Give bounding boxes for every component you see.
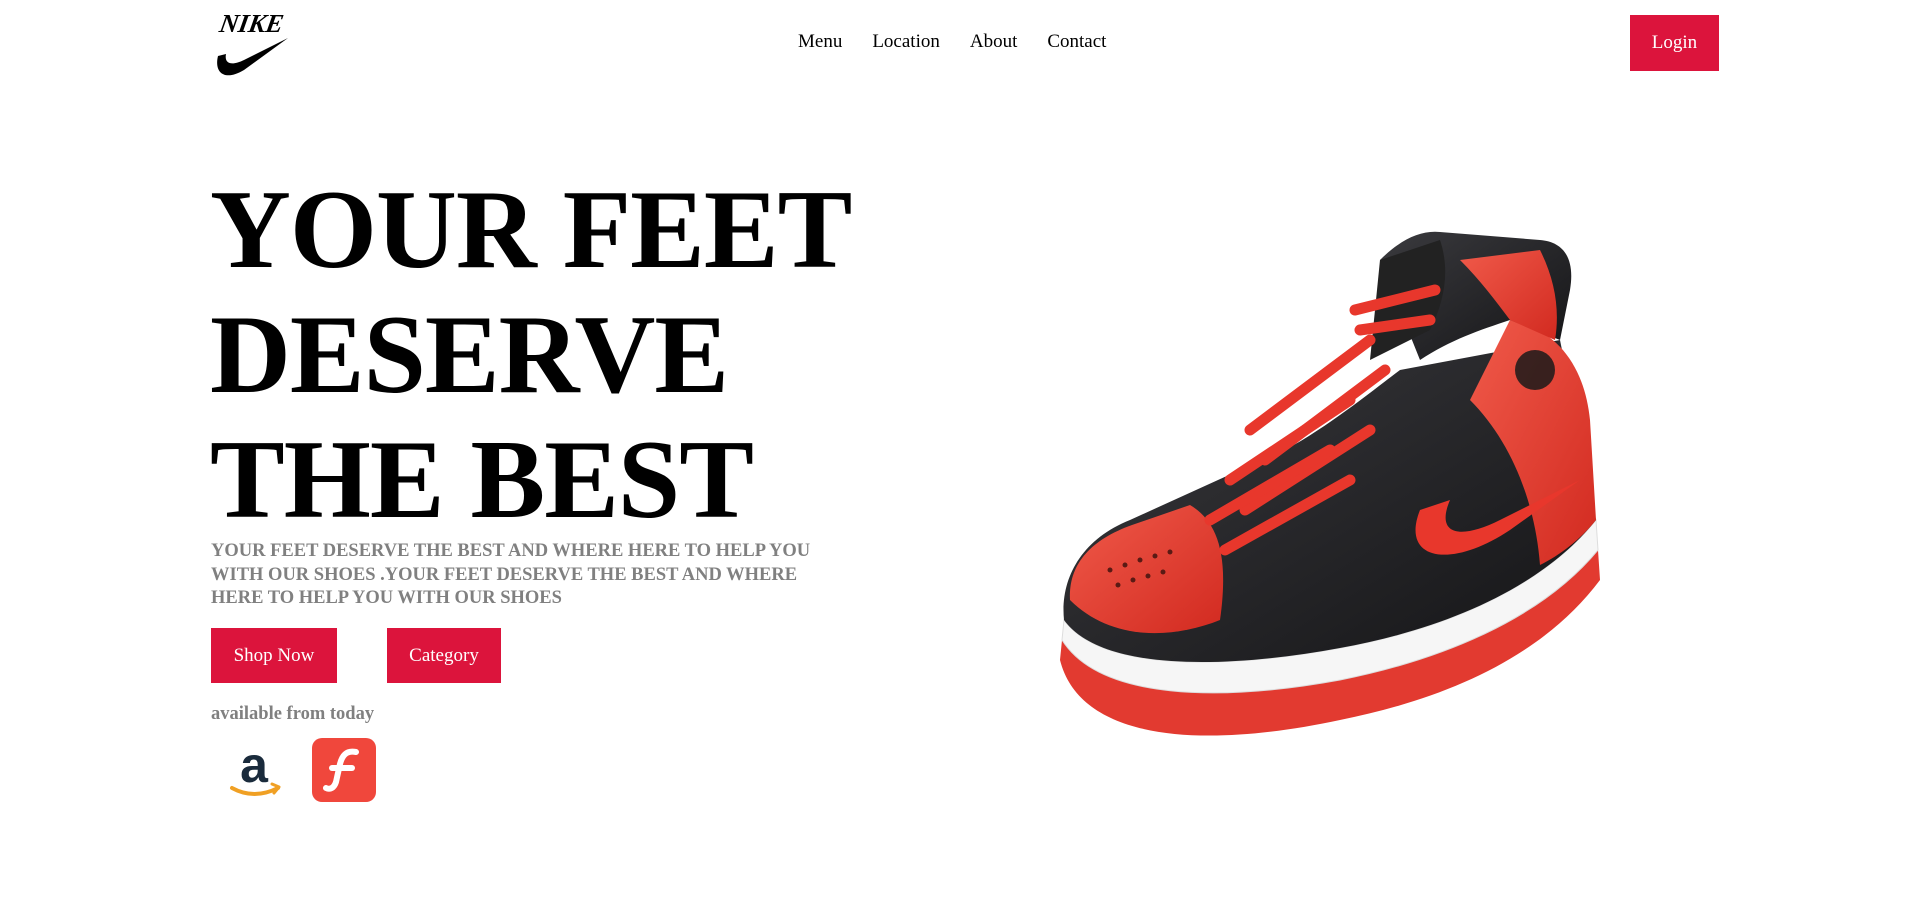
- availability-text: available from today: [211, 704, 375, 724]
- logo-text: NIKE: [216, 9, 286, 38]
- shop-now-button[interactable]: Shop Now: [211, 628, 337, 683]
- product-image-sneaker: [1040, 220, 1610, 760]
- hero-subtitle: YOUR FEET DESERVE THE BEST AND WHERE HER…: [211, 541, 811, 608]
- hero-title: YOUR FEET DESERVE THE BEST: [210, 168, 930, 543]
- nav-item-location[interactable]: Location: [872, 31, 940, 53]
- category-button[interactable]: Category: [387, 628, 501, 683]
- flipkart-store-link[interactable]: [312, 738, 376, 802]
- amazon-icon: a: [230, 737, 281, 796]
- hero-title-line-1: YOUR FEET: [210, 168, 852, 292]
- main-nav: Menu Location About Contact: [798, 31, 1106, 53]
- nav-item-menu[interactable]: Menu: [798, 31, 842, 53]
- nike-logo[interactable]: NIKE: [210, 0, 290, 80]
- svg-text:a: a: [240, 738, 269, 793]
- flipkart-icon: [312, 738, 376, 802]
- nav-item-contact[interactable]: Contact: [1047, 31, 1106, 53]
- sneaker-illustration: [1060, 231, 1600, 736]
- nike-swoosh-icon: NIKE: [216, 9, 288, 76]
- nav-item-about[interactable]: About: [970, 31, 1018, 53]
- hero-title-line-3: THE BEST: [210, 418, 754, 542]
- login-button[interactable]: Login: [1630, 15, 1719, 71]
- amazon-store-link[interactable]: a: [222, 737, 286, 802]
- hero-title-line-2: DESERVE: [210, 293, 729, 417]
